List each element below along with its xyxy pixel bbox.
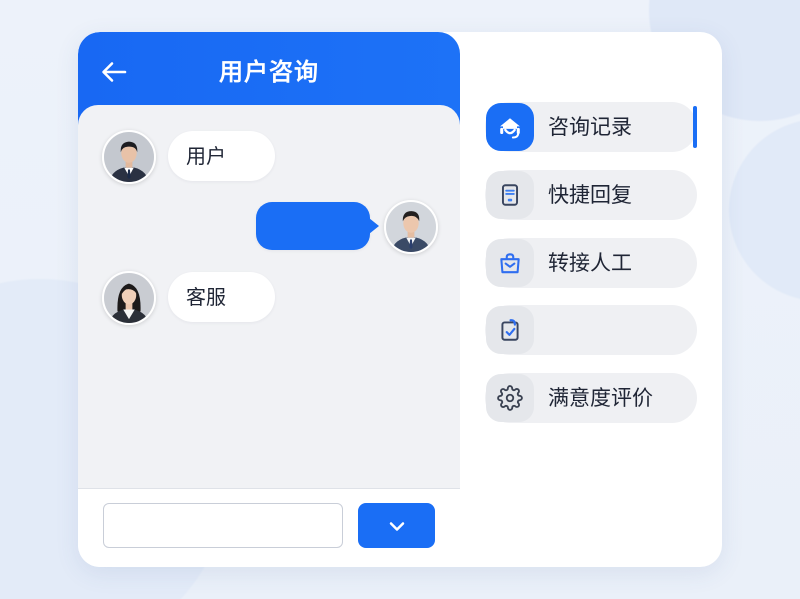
menu-item-transfer-agent[interactable]: 转接人工 (485, 238, 697, 288)
headset-icon (486, 103, 534, 151)
menu-item-checklist[interactable] (485, 305, 697, 355)
menu-item-satisfaction-rating[interactable]: 满意度评价 (485, 373, 697, 423)
message-text: 用户 (186, 144, 226, 168)
transfer-bag-icon (486, 239, 534, 287)
female-agent-avatar (102, 271, 156, 325)
active-indicator (693, 106, 697, 148)
document-icon (486, 171, 534, 219)
checklist-icon (486, 306, 534, 354)
menu-item-label: 满意度评价 (548, 386, 653, 410)
message-bubble: 客服 (168, 272, 275, 322)
menu-item-label: 转接人工 (548, 251, 632, 275)
chat-panel: 用户咨询 用户 客服 (78, 32, 460, 567)
male-user-avatar (102, 130, 156, 184)
message-text: 客服 (186, 285, 226, 309)
page-title: 用户咨询 (219, 58, 319, 86)
consult-card: 用户咨询 用户 客服 咨询记录 快捷回复 转接人工 满意度评价 (78, 32, 722, 567)
gear-icon (486, 374, 534, 422)
message-bubble-outgoing (256, 202, 379, 250)
message-bubble: 用户 (168, 131, 275, 181)
message-input[interactable] (103, 503, 343, 548)
message-list[interactable]: 用户 客服 (78, 105, 460, 488)
composer (78, 488, 460, 567)
menu-item-label: 咨询记录 (548, 115, 632, 139)
menu-item-label: 快捷回复 (548, 183, 632, 207)
send-button[interactable] (358, 503, 435, 548)
menu-item-quick-reply[interactable]: 快捷回复 (485, 170, 697, 220)
male-agent-avatar (384, 200, 438, 254)
menu-item-consult-records[interactable]: 咨询记录 (485, 102, 697, 152)
chevron-down-icon (389, 521, 404, 531)
